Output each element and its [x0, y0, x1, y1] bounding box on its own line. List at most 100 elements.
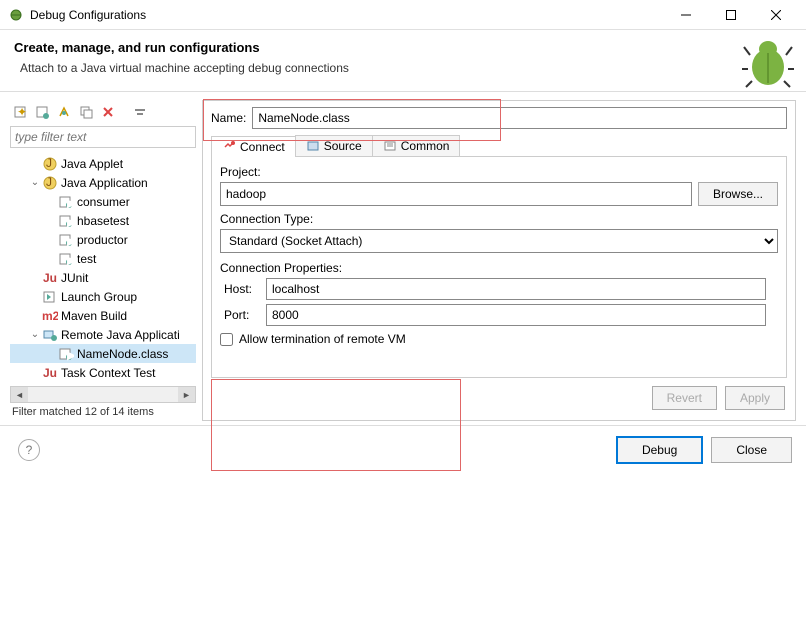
- connect-icon: [222, 140, 236, 154]
- horizontal-scrollbar[interactable]: ◄ ►: [10, 386, 196, 403]
- dialog-subheading: Attach to a Java virtual machine accepti…: [20, 61, 792, 75]
- tree-item-icon: Ju: [42, 270, 58, 286]
- project-label: Project:: [220, 165, 778, 179]
- connection-type-label: Connection Type:: [220, 212, 778, 226]
- host-label: Host:: [224, 282, 260, 296]
- tree-item-icon: [42, 289, 58, 305]
- tree-item-label: Java Application: [61, 176, 148, 190]
- tree-item-label: consumer: [77, 195, 130, 209]
- config-form: Name: Connect Source Common Project:: [202, 100, 796, 421]
- name-label: Name:: [211, 111, 246, 125]
- tree-item[interactable]: ▶consumer: [10, 192, 196, 211]
- new-proto-button[interactable]: [32, 102, 52, 122]
- svg-text:J: J: [46, 156, 52, 170]
- source-icon: [306, 139, 320, 153]
- tree-item-icon: ▶: [58, 213, 74, 229]
- tab-content: Project: Browse... Connection Type: Stan…: [211, 157, 787, 378]
- duplicate-button[interactable]: [76, 102, 96, 122]
- dialog-footer: ? Debug Close: [0, 425, 806, 474]
- svg-text:Ju: Ju: [43, 271, 57, 285]
- tree-item[interactable]: Ju Task Context Test: [10, 363, 196, 382]
- apply-button[interactable]: Apply: [725, 386, 785, 410]
- tree-item-icon: ▶: [58, 194, 74, 210]
- app-icon: [8, 7, 24, 23]
- allow-termination-label: Allow termination of remote VM: [239, 332, 406, 346]
- maximize-button[interactable]: [708, 0, 753, 30]
- tree-item-label: Java Applet: [61, 157, 123, 171]
- close-button[interactable]: Close: [711, 437, 792, 463]
- svg-text:J: J: [46, 175, 52, 189]
- tree-item-icon: J: [42, 156, 58, 172]
- tree-item-icon: Ju: [42, 365, 58, 381]
- tree-item[interactable]: ▶NameNode.class: [10, 344, 196, 363]
- tree-item-label: JUnit: [61, 271, 88, 285]
- revert-button[interactable]: Revert: [652, 386, 717, 410]
- titlebar: Debug Configurations: [0, 0, 806, 30]
- tree-item-label: NameNode.class: [77, 347, 168, 361]
- dialog-header: Create, manage, and run configurations A…: [0, 30, 806, 85]
- svg-text:▶: ▶: [67, 253, 74, 267]
- connection-type-select[interactable]: Standard (Socket Attach): [220, 229, 778, 253]
- svg-text:▶: ▶: [67, 348, 74, 362]
- allow-termination-checkbox[interactable]: [220, 333, 233, 346]
- tree-item-icon: ▶: [58, 346, 74, 362]
- tree-item-label: Remote Java Applicati: [61, 328, 180, 342]
- tree-item[interactable]: m2Maven Build: [10, 306, 196, 325]
- window-title: Debug Configurations: [30, 8, 663, 22]
- scroll-right-arrow[interactable]: ►: [178, 387, 195, 402]
- tab-bar: Connect Source Common: [211, 135, 787, 157]
- browse-button[interactable]: Browse...: [698, 182, 778, 206]
- filter-input[interactable]: [10, 126, 196, 148]
- tree-item-label: test: [77, 252, 96, 266]
- host-input[interactable]: [266, 278, 766, 300]
- name-input[interactable]: [252, 107, 787, 129]
- main-area: ✦ JJava Applet⌄JJava Application▶consume…: [0, 92, 806, 421]
- help-button[interactable]: ?: [18, 439, 40, 461]
- close-window-button[interactable]: [753, 0, 798, 30]
- scroll-left-arrow[interactable]: ◄: [11, 387, 28, 402]
- export-button[interactable]: [54, 102, 74, 122]
- config-tree[interactable]: JJava Applet⌄JJava Application▶consumer▶…: [10, 152, 196, 382]
- svg-text:▶: ▶: [67, 234, 74, 248]
- common-icon: [383, 139, 397, 153]
- tree-twist-icon: ⌄: [28, 177, 42, 188]
- bug-icon: [740, 35, 796, 91]
- svg-text:Ju: Ju: [43, 366, 57, 380]
- project-input[interactable]: [220, 182, 692, 206]
- port-input[interactable]: [266, 304, 766, 326]
- filter-button[interactable]: [130, 102, 150, 122]
- minimize-button[interactable]: [663, 0, 708, 30]
- tree-item[interactable]: J Java Applet: [10, 154, 196, 173]
- tree-item-icon: ▶: [58, 232, 74, 248]
- connection-properties-label: Connection Properties:: [220, 261, 778, 275]
- tab-common[interactable]: Common: [372, 135, 461, 156]
- tree-item-icon: [42, 327, 58, 343]
- svg-text:✦: ✦: [17, 105, 27, 119]
- debug-button[interactable]: Debug: [616, 436, 703, 464]
- tab-connect[interactable]: Connect: [211, 136, 296, 157]
- port-label: Port:: [224, 308, 260, 322]
- tree-item[interactable]: ⌄ Remote Java Applicati: [10, 325, 196, 344]
- tree-item[interactable]: ▶productor: [10, 230, 196, 249]
- config-toolbar: ✦: [10, 100, 196, 126]
- tree-item-label: hbasetest: [77, 214, 129, 228]
- tree-item[interactable]: ▶hbasetest: [10, 211, 196, 230]
- tree-item-icon: ▶: [58, 251, 74, 267]
- delete-button[interactable]: [98, 102, 118, 122]
- tree-item-label: Launch Group: [61, 290, 137, 304]
- tree-item[interactable]: ⌄ J Java Application: [10, 173, 196, 192]
- tree-item-icon: J: [42, 175, 58, 191]
- svg-text:m2: m2: [42, 309, 58, 323]
- tree-item[interactable]: Ju JUnit: [10, 268, 196, 287]
- svg-text:▶: ▶: [67, 196, 74, 210]
- left-panel: ✦ JJava Applet⌄JJava Application▶consume…: [10, 100, 196, 421]
- filter-status: Filter matched 12 of 14 items: [10, 403, 196, 421]
- tree-item[interactable]: Launch Group: [10, 287, 196, 306]
- tree-item-label: productor: [77, 233, 128, 247]
- tree-item[interactable]: ▶test: [10, 249, 196, 268]
- new-config-button[interactable]: ✦: [10, 102, 30, 122]
- svg-text:▶: ▶: [67, 215, 74, 229]
- tree-item-label: Task Context Test: [61, 366, 156, 380]
- tree-twist-icon: ⌄: [28, 329, 42, 340]
- tab-source[interactable]: Source: [295, 135, 373, 156]
